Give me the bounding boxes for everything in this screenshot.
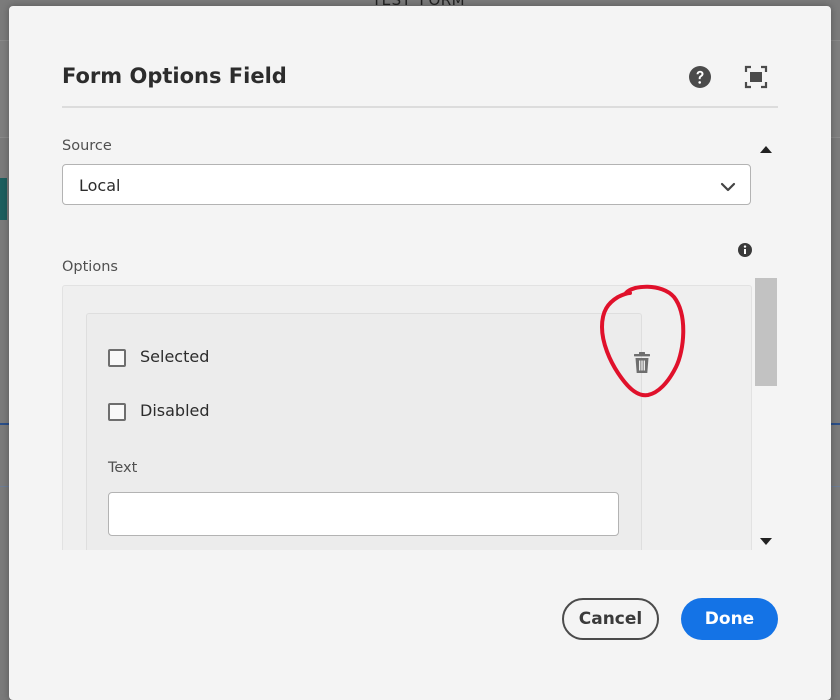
done-button[interactable]: Done (681, 598, 778, 640)
dialog-title: Form Options Field (62, 64, 287, 88)
background-accent (0, 178, 7, 220)
selected-label: Selected (140, 347, 210, 366)
source-select[interactable]: Local (62, 164, 751, 205)
dialog-scroll-content: Source Local Options Selected Disabled T… (62, 132, 778, 550)
options-label: Options (62, 259, 118, 275)
disabled-checkbox[interactable] (108, 403, 126, 421)
text-label: Text (108, 460, 138, 476)
cancel-button[interactable]: Cancel (562, 598, 659, 640)
options-multifield: Selected Disabled Text (62, 285, 752, 550)
title-divider (62, 106, 778, 108)
help-circle-icon[interactable] (687, 64, 713, 90)
scroll-down-arrow-icon[interactable] (760, 538, 772, 545)
fullscreen-icon[interactable] (743, 64, 769, 90)
trash-icon[interactable] (631, 351, 653, 375)
disabled-label: Disabled (140, 401, 210, 420)
info-icon[interactable] (737, 242, 753, 258)
scrollbar-track[interactable] (755, 164, 777, 526)
form-options-dialog: Form Options Field Source Local Options … (9, 6, 831, 700)
source-select-value: Local (79, 176, 121, 195)
selected-checkbox[interactable] (108, 349, 126, 367)
option-item: Selected Disabled Text (86, 313, 650, 550)
scrollbar-thumb[interactable] (755, 278, 777, 386)
text-input[interactable] (108, 492, 619, 536)
scroll-up-arrow-icon[interactable] (760, 146, 772, 153)
chevron-down-icon (720, 178, 736, 192)
vertical-scrollbar[interactable] (755, 138, 777, 552)
source-label: Source (62, 138, 112, 154)
